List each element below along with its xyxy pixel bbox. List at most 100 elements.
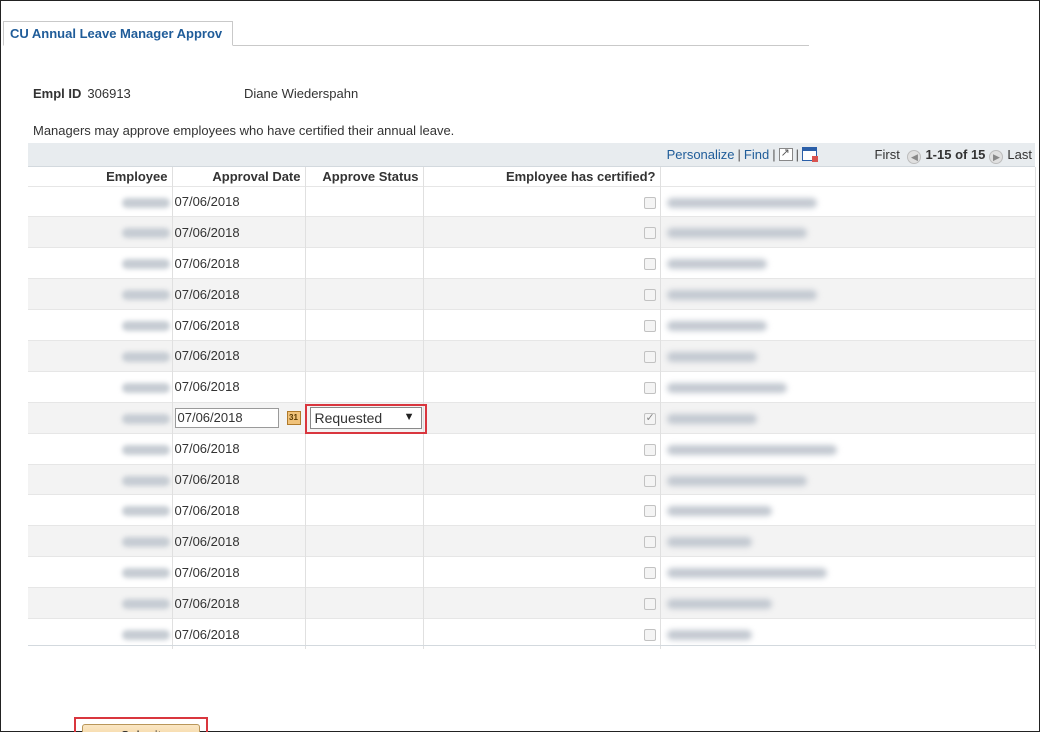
download-excel-icon[interactable] [802,147,818,162]
certified-checkbox [643,505,656,518]
certified-cell [423,216,661,248]
certified-cell [423,463,661,495]
grid-bottom-border [28,645,1035,646]
approval-table: Employee Approval Date Approve Status Em… [28,167,1036,650]
employee-name-cell [660,339,1036,372]
next-arrow-icon[interactable]: ▶ [989,150,1004,164]
redacted-employee-id [121,475,170,486]
tab-annual-leave-approval[interactable]: CU Annual Leave Manager Approv [3,21,234,46]
redacted-employee-name [666,197,817,208]
row-range: 1-15 of 15 [925,147,986,162]
approval-date-text: 07/06/2018 [174,317,240,333]
certified-checkbox [643,443,656,456]
last-link[interactable]: Last [1007,147,1032,162]
employee-name-cell [660,556,1036,588]
redacted-employee-name [666,259,767,270]
redacted-employee-id [121,630,170,641]
certified-checkbox [643,474,656,487]
col-certified: Employee has certified? [423,167,661,186]
employee-name-cell [660,309,1036,341]
certified-checkbox [643,629,656,642]
certified-cell [423,556,661,588]
personalize-link[interactable]: Personalize [667,147,735,162]
first-link[interactable]: First [875,147,900,162]
approval-date-cell: 07/06/2018 [172,309,306,341]
approval-date-text: 07/06/2018 [174,502,240,518]
certified-cell [423,247,661,279]
find-link[interactable]: Find [744,147,769,162]
certified-cell [423,587,661,619]
certified-cell [423,494,661,526]
prev-arrow-icon[interactable]: ◀ [907,150,922,164]
employee-id-cell [28,185,173,217]
redacted-employee-id [121,197,170,208]
employee-id-cell [28,247,173,279]
employee-id-cell [28,463,173,495]
approve-status-cell [305,309,424,341]
empl-id-value: 306913 [87,86,131,101]
certified-checkbox [643,258,656,271]
employee-id-cell [28,370,173,403]
approval-date-cell: 07/06/2018 [172,185,306,217]
approve-status-cell [305,587,424,619]
approval-date-cell: 07/06/2018 [172,463,306,495]
redacted-employee-name [666,475,807,486]
redacted-employee-name [666,506,772,517]
submit-button[interactable]: Submit [82,724,200,732]
certified-checkbox [643,411,656,425]
employee-id-cell [28,587,173,619]
redacted-employee-id [121,228,170,239]
table-row: 07/06/2018 [28,463,1036,495]
approve-status-cell [305,370,424,403]
approve-status-cell [305,278,424,310]
approval-date-text: 07/06/2018 [174,286,240,302]
table-header-row: Employee Approval Date Approve Status Em… [28,167,1036,186]
approval-date-cell: 07/06/2018 [172,247,306,279]
separator: | [737,147,741,162]
approve-status-cell [305,432,424,465]
redacted-employee-name [666,321,767,332]
tab-bar: CU Annual Leave Manager Approv [3,21,809,46]
grid-pagination: First ◀ 1-15 of 15 ▶ Last [875,147,1032,164]
certified-checkbox [643,381,656,394]
approval-date-cell: 07/06/2018 [172,370,306,403]
employee-name-cell [660,587,1036,619]
grid-toolbar: Personalize|Find|| First ◀1-15 of 15▶Las… [28,143,1035,167]
approval-date-cell: 07/06/2018 [172,494,306,526]
approval-date-cell: 07/06/2018 [172,525,306,557]
certified-cell [423,525,661,557]
employee-id-cell [28,525,173,557]
col-employee: Employee [28,167,173,186]
employee-name-cell [660,463,1036,495]
employee-name-cell [660,525,1036,557]
employee-name-cell [660,278,1036,310]
calendar-icon[interactable]: 31 [286,410,301,425]
table-row: 07/06/2018 [28,185,1036,217]
approve-status-cell [305,185,424,217]
approval-date-cell: 07/06/2018 [172,216,306,248]
view-all-icon[interactable] [778,146,793,161]
certified-cell [423,370,661,403]
certified-checkbox [643,196,656,209]
redacted-employee-id [121,290,170,301]
redacted-employee-name [666,599,772,610]
redacted-employee-name [666,413,757,424]
approval-date-text: 07/06/2018 [174,255,240,271]
certified-checkbox [643,350,656,363]
approval-date-input[interactable]: 07/06/2018 [174,407,279,428]
redacted-employee-name [666,568,827,579]
employee-id-cell [28,401,173,434]
certified-checkbox [643,567,656,580]
employee-id-cell [28,494,173,526]
approve-status-cell [305,339,424,372]
redacted-employee-id [121,537,170,548]
redacted-employee-name [666,382,787,393]
table-row: 07/06/2018 [28,525,1036,557]
approval-date-text: 07/06/2018 [174,533,240,549]
employee-id-cell [28,216,173,248]
col-employee-name [660,167,1036,186]
employee-id-cell [28,309,173,341]
employee-id-cell [28,339,173,372]
redacted-employee-id [121,444,170,455]
approval-date-text: 07/06/2018 [174,595,240,611]
